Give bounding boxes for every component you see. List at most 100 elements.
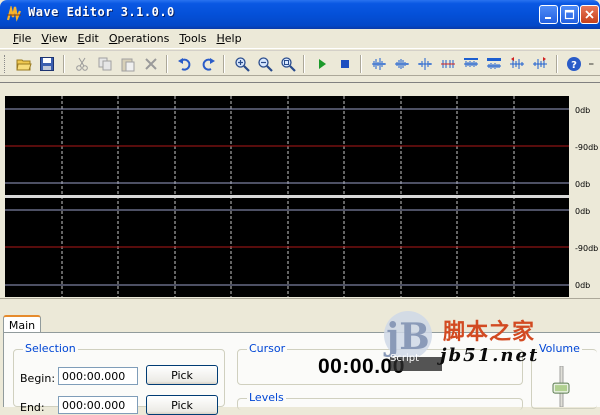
zoom-out-icon [258, 57, 273, 72]
cut-button[interactable] [72, 54, 92, 74]
toolbar-separator [63, 55, 65, 73]
menu-tools[interactable]: Tools [174, 30, 211, 48]
echo-icon [464, 58, 478, 67]
open-button[interactable] [14, 54, 34, 74]
toolbar-separator [556, 55, 558, 73]
delete-icon [145, 58, 157, 70]
menu-bar: File View Edit Operations Tools Help [0, 29, 600, 49]
zoom-in-icon [235, 57, 250, 72]
copy-button[interactable] [95, 54, 115, 74]
play-icon [319, 59, 326, 69]
chevron-right-icon [589, 63, 594, 65]
svg-text:jB: jB [383, 316, 429, 358]
amplify-icon [372, 58, 386, 70]
begin-label: Begin: [20, 372, 56, 385]
menu-operations-label: perations [117, 31, 170, 45]
amplify-button[interactable] [369, 54, 389, 74]
tab-main[interactable]: Main [3, 315, 41, 333]
insert-icon [487, 58, 501, 69]
begin-field[interactable] [58, 367, 138, 385]
title-bar[interactable]: Wave Editor 3.1.0.0 [0, 0, 600, 29]
toolbar-separator [223, 55, 225, 73]
menu-tools-label: ools [184, 31, 207, 45]
app-wave-icon [6, 6, 22, 22]
copy-icon [98, 57, 112, 71]
watermark-url: jb51.net [440, 345, 540, 366]
menu-operations-mnemonic: O [108, 31, 118, 45]
undo-button[interactable] [175, 54, 195, 74]
reverse-right-button[interactable] [530, 54, 550, 74]
normalize-icon [395, 59, 409, 69]
svg-text:?: ? [571, 60, 577, 71]
menu-file-label: ile [18, 31, 32, 45]
zoom-fit-button[interactable] [278, 54, 298, 74]
close-button[interactable] [580, 5, 599, 24]
toolbar-separator [303, 55, 305, 73]
toolbar-separator [360, 55, 362, 73]
db-label-ch2-mid: -90db [575, 244, 599, 253]
save-button[interactable] [37, 54, 57, 74]
app-window: Wave Editor 3.1.0.0 File View Edit Opera… [0, 0, 600, 415]
play-button[interactable] [312, 54, 332, 74]
pick-begin-button[interactable]: Pick [146, 365, 218, 385]
end-field[interactable] [58, 396, 138, 414]
undo-icon [178, 58, 191, 71]
cut-icon [76, 57, 88, 71]
minimize-icon [545, 17, 551, 19]
waveform-grid [5, 96, 569, 297]
menu-help-label: elp [224, 31, 242, 45]
window-title: Wave Editor 3.1.0.0 [28, 5, 175, 19]
menu-operations[interactable]: Operations [104, 30, 175, 48]
help-button[interactable]: ? [564, 54, 584, 74]
menu-view[interactable]: View [36, 30, 72, 48]
help-icon: ? [567, 57, 581, 71]
minimize-button[interactable] [539, 5, 558, 24]
db-label-ch2-top: 0db [575, 207, 591, 216]
menu-file[interactable]: File [8, 30, 36, 48]
toolbar-grip[interactable] [4, 55, 7, 73]
stop-button[interactable] [335, 54, 355, 74]
db-label-ch1-top: 0db [575, 106, 591, 115]
reverse-right-icon [533, 57, 547, 69]
paste-button[interactable] [118, 54, 138, 74]
zoom-in-button[interactable] [232, 54, 252, 74]
silence-icon [441, 60, 455, 68]
menu-edit-mnemonic: E [77, 31, 85, 45]
echo-button[interactable] [461, 54, 481, 74]
fade-button[interactable] [415, 54, 435, 74]
volume-slider-thumb[interactable] [552, 382, 570, 394]
normalize-button[interactable] [392, 54, 412, 74]
menu-help[interactable]: Help [211, 30, 246, 48]
levels-label: Levels [247, 391, 286, 404]
zoom-fit-icon [281, 57, 296, 72]
fade-icon [418, 58, 432, 70]
maximize-icon [564, 9, 575, 20]
menu-view-mnemonic: V [41, 31, 49, 45]
zoom-out-button[interactable] [255, 54, 275, 74]
save-icon [40, 57, 54, 71]
end-label: End: [20, 401, 45, 414]
db-label-ch1-mid: -90db [575, 143, 599, 152]
menu-view-label: iew [48, 31, 68, 45]
db-label-ch1-bottom: 0db [575, 180, 591, 189]
maximize-button[interactable] [560, 5, 579, 24]
menu-edit-label: dit [84, 31, 99, 45]
cursor-label: Cursor [247, 342, 288, 355]
silence-button[interactable] [438, 54, 458, 74]
toolbar-separator [166, 55, 168, 73]
script-text: Script [390, 353, 420, 364]
selection-label: Selection [23, 342, 78, 355]
menu-edit[interactable]: Edit [73, 30, 104, 48]
reverse-left-icon [510, 57, 524, 69]
paste-icon [121, 58, 135, 72]
watermark-site-name: 脚本之家 [443, 319, 536, 345]
pick-end-button[interactable]: Pick [146, 395, 218, 415]
insert-button[interactable] [484, 54, 504, 74]
toolbar: ? [0, 50, 600, 76]
redo-icon [202, 58, 215, 71]
open-folder-icon [16, 59, 32, 71]
redo-button[interactable] [198, 54, 218, 74]
delete-button[interactable] [141, 54, 161, 74]
reverse-left-button[interactable] [507, 54, 527, 74]
toolbar-overflow-button[interactable] [586, 54, 598, 74]
